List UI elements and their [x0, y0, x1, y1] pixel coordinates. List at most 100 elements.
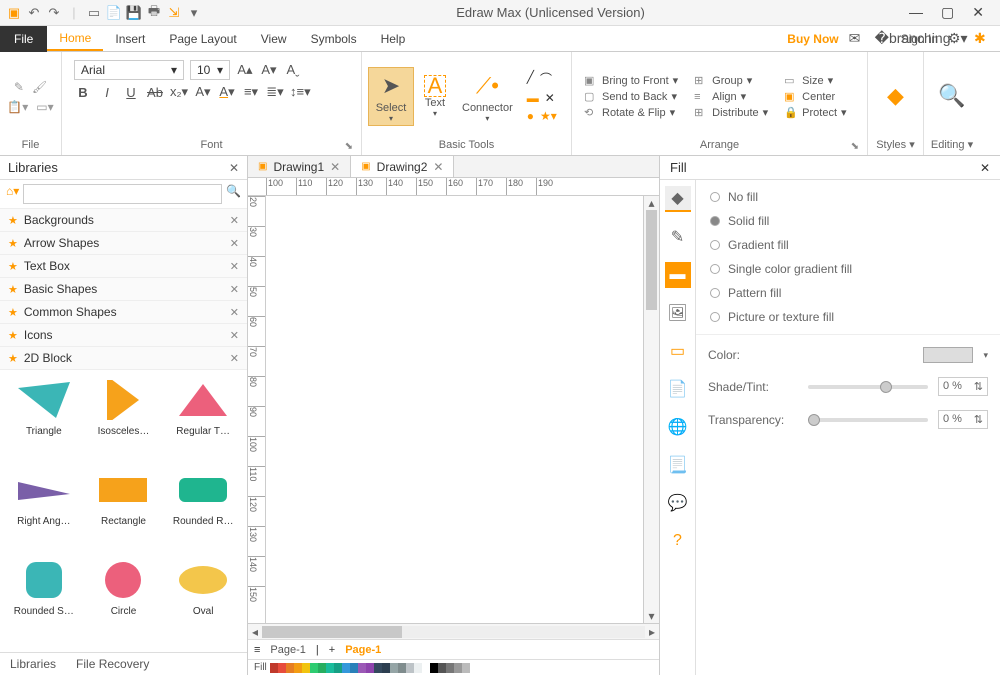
highlight-button[interactable]: A▾	[194, 84, 212, 100]
styles-button[interactable]: ◆	[874, 78, 918, 114]
font-color-button[interactable]: A▾	[218, 84, 236, 100]
open-icon[interactable]: 📄	[106, 5, 122, 21]
shade-slider[interactable]	[808, 385, 928, 389]
align-text-button[interactable]: ≣▾	[266, 84, 284, 100]
align-button[interactable]: ≡Align ▾	[694, 90, 768, 103]
page-tab[interactable]: Page-1	[270, 644, 305, 656]
library-category[interactable]: ★2D Block✕	[0, 347, 247, 370]
tab-view[interactable]: View	[249, 28, 299, 50]
close-button[interactable]: ✕	[972, 4, 984, 21]
transparency-slider[interactable]	[808, 418, 928, 422]
star-shape-icon[interactable]: ★▾	[540, 109, 557, 123]
color-swatch[interactable]	[923, 347, 973, 363]
layer-tab-icon[interactable]: ▭	[665, 338, 691, 364]
page-nav-menu-icon[interactable]: ≡	[254, 644, 260, 656]
color-swatch[interactable]	[398, 663, 406, 673]
shape-tab-icon[interactable]: ▬	[665, 262, 691, 288]
color-swatch[interactable]	[318, 663, 326, 673]
home-icon[interactable]: ⌂▾	[6, 184, 19, 204]
font-name-combo[interactable]: Arial▾	[74, 60, 184, 80]
shape-circle[interactable]: Circle	[86, 558, 162, 644]
center-button[interactable]: ▣Center	[784, 90, 846, 103]
underline-button[interactable]: U	[122, 85, 140, 100]
color-swatch[interactable]	[454, 663, 462, 673]
save-icon[interactable]: 💾	[126, 5, 142, 21]
close-icon[interactable]: ✕	[230, 237, 239, 250]
scroll-up-icon[interactable]: ▴	[644, 196, 659, 210]
fill-option[interactable]: Gradient fill	[710, 238, 986, 252]
line-spacing-button[interactable]: ↕≡▾	[290, 84, 308, 100]
scroll-thumb[interactable]	[262, 626, 402, 638]
change-case-icon[interactable]: Aˬ	[284, 62, 302, 78]
color-swatch[interactable]	[438, 663, 446, 673]
color-swatch[interactable]	[326, 663, 334, 673]
page-tab-icon[interactable]: 📄	[665, 376, 691, 402]
fill-option[interactable]: Pattern fill	[710, 286, 986, 300]
text-tool[interactable]: A Text▾	[418, 73, 452, 120]
color-swatch[interactable]	[390, 663, 398, 673]
shade-value[interactable]: 0 %⇅	[938, 377, 988, 396]
library-category[interactable]: ★Text Box✕	[0, 255, 247, 278]
print-icon[interactable]: 🖶	[146, 5, 162, 21]
add-page-icon[interactable]: +	[329, 644, 335, 656]
doc-tab-icon[interactable]: 📃	[665, 452, 691, 478]
libraries-tab[interactable]: Libraries	[0, 653, 66, 675]
file-recovery-tab[interactable]: File Recovery	[66, 653, 159, 675]
image-tab-icon[interactable]: 🖼	[665, 300, 691, 326]
select-tool[interactable]: ➤ Select▾	[368, 67, 414, 126]
fill-option[interactable]: Solid fill	[710, 214, 986, 228]
arc-shape-icon[interactable]: ⌒	[540, 70, 552, 87]
close-icon[interactable]: ✕	[230, 283, 239, 296]
color-swatch[interactable]	[310, 663, 318, 673]
format-painter-icon[interactable]: ✎	[14, 80, 24, 94]
ellipse-shape-icon[interactable]: ●	[527, 109, 534, 123]
tab-home[interactable]: Home	[47, 27, 103, 51]
close-icon[interactable]: ✕	[230, 214, 239, 227]
close-icon[interactable]: ✕	[230, 352, 239, 365]
rotate-flip-button[interactable]: ⟲Rotate & Flip ▾	[584, 106, 678, 119]
library-category[interactable]: ★Backgrounds✕	[0, 209, 247, 232]
tab-insert[interactable]: Insert	[103, 28, 157, 50]
color-swatch[interactable]	[350, 663, 358, 673]
scroll-left-icon[interactable]: ◂	[248, 625, 262, 639]
font-launcher-icon[interactable]: ⬊	[345, 141, 353, 152]
gear-icon[interactable]: ⚙▾	[948, 30, 964, 47]
vscrollbar[interactable]: ▴ ▾	[643, 196, 659, 623]
line-tab-icon[interactable]: ✎	[665, 224, 691, 250]
fill-panel-close-icon[interactable]: ✕	[980, 161, 990, 175]
fill-option[interactable]: Single color gradient fill	[710, 262, 986, 276]
italic-button[interactable]: I	[98, 85, 116, 100]
new-icon[interactable]: ▭	[86, 5, 102, 21]
minimize-button[interactable]: —	[909, 4, 923, 21]
shape-rsq[interactable]: Rounded S…	[6, 558, 82, 644]
color-swatch[interactable]	[414, 663, 422, 673]
share-icon[interactable]: �branching	[875, 30, 891, 47]
close-icon[interactable]: ✕	[230, 329, 239, 342]
shape-rect[interactable]: Rectangle	[86, 468, 162, 554]
increase-font-icon[interactable]: A▴	[236, 62, 254, 78]
qat-dropdown-icon[interactable]: ▾	[186, 5, 202, 21]
strikethrough-button[interactable]: Ab	[146, 85, 164, 100]
close-icon[interactable]: ✕	[230, 306, 239, 319]
arrange-launcher-icon[interactable]: ⬊	[851, 141, 859, 152]
decrease-font-icon[interactable]: A▾	[260, 62, 278, 78]
canvas[interactable]	[266, 196, 643, 623]
editing-button[interactable]: 🔍	[930, 78, 974, 114]
color-swatch[interactable]	[358, 663, 366, 673]
tab-page-layout[interactable]: Page Layout	[157, 28, 248, 50]
doc-tab-2[interactable]: ▣Drawing2✕	[351, 156, 454, 177]
export-icon[interactable]: ⇲	[166, 5, 182, 21]
page-tab-active[interactable]: Page-1	[345, 644, 381, 656]
library-category[interactable]: ★Arrow Shapes✕	[0, 232, 247, 255]
close-icon[interactable]: ✕	[433, 160, 443, 174]
redo-icon[interactable]: ↷	[46, 5, 62, 21]
shape-reg[interactable]: Regular T…	[165, 378, 241, 464]
shape-right[interactable]: Right Ang…	[6, 468, 82, 554]
bring-to-front-button[interactable]: ▣Bring to Front ▾	[584, 74, 678, 87]
send-to-back-button[interactable]: ▢Send to Back ▾	[584, 90, 678, 103]
rect-shape-icon[interactable]: ▬	[527, 91, 539, 105]
color-swatch[interactable]	[446, 663, 454, 673]
shape-triangle[interactable]: Triangle	[6, 378, 82, 464]
file-menu[interactable]: File	[0, 26, 47, 52]
font-size-combo[interactable]: 10▾	[190, 60, 230, 80]
